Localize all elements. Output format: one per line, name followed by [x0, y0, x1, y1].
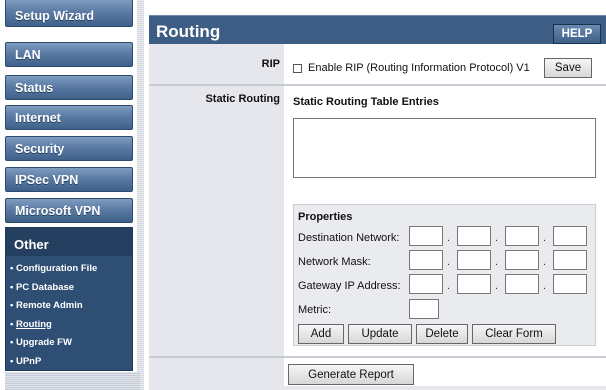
dot: .: [495, 232, 499, 244]
nav-internet[interactable]: Internet: [5, 105, 133, 130]
bottom-bar: [149, 386, 606, 390]
sub-item-configuration-file[interactable]: • Configuration File: [6, 260, 132, 279]
help-button[interactable]: HELP: [553, 24, 601, 44]
gateway-octet-2[interactable]: [457, 274, 491, 294]
sub-item-label: Routing: [15, 318, 52, 330]
mask-octet-3[interactable]: [505, 250, 539, 270]
bullet: •: [10, 300, 14, 311]
destination-octet-3[interactable]: [505, 226, 539, 246]
sub-item-upnp[interactable]: • UPnP: [6, 353, 132, 372]
nav-microsoft-vpn[interactable]: Microsoft VPN: [5, 198, 133, 223]
sub-item-label: PC Database: [15, 281, 75, 293]
dot: .: [447, 280, 451, 292]
gateway-octet-4[interactable]: [553, 274, 587, 294]
gateway-octet-1[interactable]: [409, 274, 443, 294]
properties-title: Properties: [298, 211, 353, 223]
sub-item-pc-database[interactable]: • PC Database: [6, 279, 132, 298]
update-button[interactable]: Update: [348, 324, 412, 344]
row-divider: [149, 356, 606, 358]
sub-item-upgrade-fw[interactable]: • Upgrade FW: [6, 334, 132, 353]
bullet: •: [10, 318, 14, 330]
nav-status[interactable]: Status: [5, 75, 133, 100]
static-table-title: Static Routing Table Entries: [293, 96, 439, 108]
rip-label: RIP: [261, 58, 280, 70]
metric-label: Metric:: [298, 304, 331, 316]
row-divider: [149, 84, 606, 86]
bullet: •: [10, 337, 14, 348]
bullet: •: [10, 281, 14, 293]
page-title: Routing: [156, 22, 221, 41]
destination-octet-2[interactable]: [457, 226, 491, 246]
mask-octet-1[interactable]: [409, 250, 443, 270]
clear-form-button[interactable]: Clear Form: [472, 324, 556, 344]
nav-lan[interactable]: LAN: [5, 42, 133, 67]
metric-input[interactable]: [409, 299, 439, 319]
rip-checkbox[interactable]: [293, 64, 302, 73]
sub-item-label: Upgrade FW: [15, 337, 72, 348]
sub-item-label: UPnP: [15, 355, 42, 367]
main-panel: Routing HELP RIP Static Routing Enable R…: [149, 15, 606, 390]
save-button[interactable]: Save: [544, 58, 592, 78]
dot: .: [543, 232, 547, 244]
sub-item-label: Configuration File: [15, 263, 98, 274]
dot: .: [447, 256, 451, 268]
mask-octet-4[interactable]: [553, 250, 587, 270]
add-button[interactable]: Add: [298, 324, 344, 344]
dot: .: [543, 280, 547, 292]
bullet: •: [10, 355, 14, 367]
rip-checkbox-label: Enable RIP (Routing Information Protocol…: [308, 62, 530, 74]
sub-item-label: Remote Admin: [15, 300, 83, 311]
label-column: RIP Static Routing: [149, 44, 284, 390]
other-heading: Other: [6, 228, 132, 256]
content-column: Enable RIP (Routing Information Protocol…: [284, 44, 606, 390]
sidebar-stripe: [137, 0, 144, 390]
title-bar: Routing HELP: [149, 15, 606, 44]
sidebar-footer-stripes: [5, 372, 140, 390]
static-routing-list[interactable]: [293, 118, 596, 178]
nav-setup-wizard[interactable]: Setup Wizard: [5, 0, 133, 27]
dot: .: [495, 280, 499, 292]
sidebar: Setup Wizard LAN Status Internet Securit…: [0, 0, 144, 390]
bullet: •: [10, 263, 14, 274]
other-panel: Other • Configuration File • PC Database…: [5, 227, 133, 371]
nav-security[interactable]: Security: [5, 136, 133, 161]
properties-box: Properties Destination Network: . . . Ne…: [293, 204, 596, 346]
nav-ipsec-vpn[interactable]: IPSec VPN: [5, 167, 133, 192]
delete-button[interactable]: Delete: [416, 324, 468, 344]
dot: .: [543, 256, 547, 268]
gateway-octet-3[interactable]: [505, 274, 539, 294]
destination-octet-4[interactable]: [553, 226, 587, 246]
destination-label: Destination Network:: [298, 232, 400, 244]
dot: .: [447, 232, 451, 244]
sub-item-routing[interactable]: • Routing: [6, 316, 132, 335]
gateway-label: Gateway IP Address:: [298, 280, 401, 292]
generate-report-button[interactable]: Generate Report: [288, 364, 414, 385]
destination-octet-1[interactable]: [409, 226, 443, 246]
mask-label: Network Mask:: [298, 256, 371, 268]
static-routing-label: Static Routing: [205, 93, 280, 105]
dot: .: [495, 256, 499, 268]
mask-octet-2[interactable]: [457, 250, 491, 270]
sub-item-remote-admin[interactable]: • Remote Admin: [6, 297, 132, 316]
